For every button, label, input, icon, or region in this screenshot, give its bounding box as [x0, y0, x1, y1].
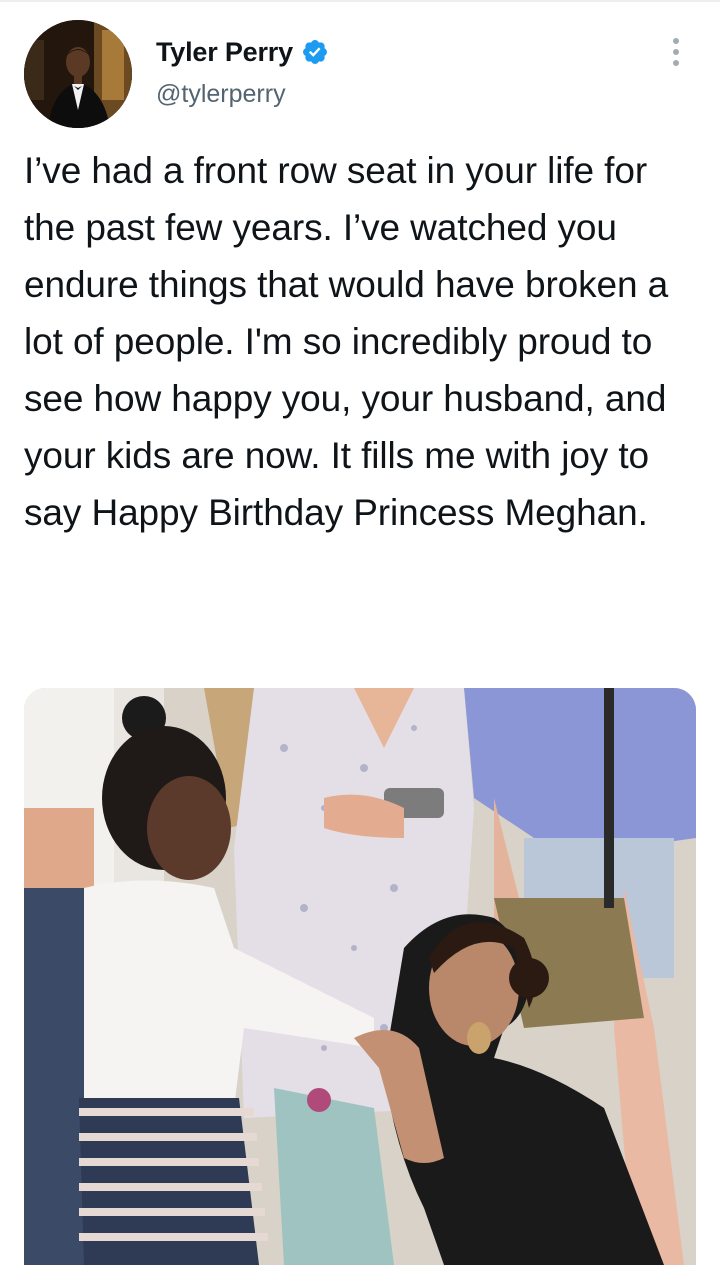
photo-illustration [24, 688, 696, 1265]
dot [673, 38, 679, 44]
author-handle[interactable]: @tylerperry [156, 80, 329, 109]
tweet-media-photo[interactable] [24, 688, 696, 1265]
author-avatar[interactable] [24, 20, 132, 128]
verified-badge-icon [301, 38, 329, 66]
tweet-header: Tyler Perry @tylerperry [24, 20, 696, 128]
author-name[interactable]: Tyler Perry [156, 37, 293, 68]
avatar-photo [24, 20, 132, 128]
more-options-icon[interactable] [666, 34, 686, 70]
top-divider [0, 0, 720, 2]
dot [673, 49, 679, 55]
author-info: Tyler Perry @tylerperry [156, 34, 329, 109]
author-name-row: Tyler Perry [156, 34, 329, 70]
tweet-text: I’ve had a front row seat in your life f… [24, 150, 669, 533]
dot [673, 60, 679, 66]
